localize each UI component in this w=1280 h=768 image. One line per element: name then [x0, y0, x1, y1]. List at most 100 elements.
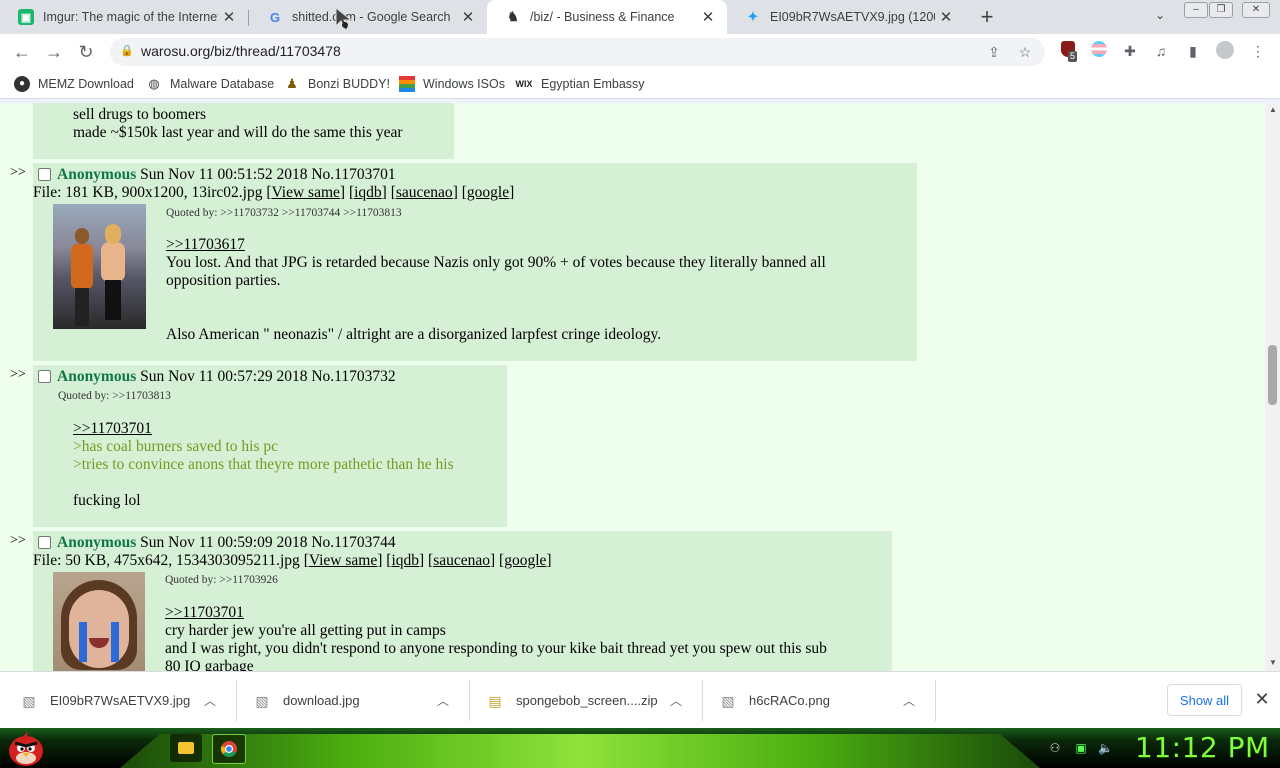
file-info: File: 181 KB, 900x1200, 13irc02.jpg [Vie… [33, 184, 515, 201]
url-text: warosu.org/biz/thread/11703478 [141, 43, 341, 59]
chevron-up-icon[interactable]: ︿ [433, 692, 453, 709]
quoted-by: Quoted by: >>11703926 [165, 574, 278, 586]
download-item[interactable]: ▤ spongebob_screen....zip ︿ [486, 672, 686, 729]
download-item[interactable]: ▧ EI09bR7WsAETVX9.jpg ︿ [20, 672, 220, 729]
post-body-line: Also American " neonazis" / altright are… [166, 326, 662, 343]
back-button[interactable]: ← [10, 40, 34, 64]
pride-extension-icon[interactable] [1089, 41, 1109, 61]
lock-icon[interactable]: 🔒 [120, 44, 134, 60]
close-tab-icon[interactable]: ✕ [697, 8, 719, 26]
windows-flag-icon [399, 76, 415, 92]
post-thumbnail-image[interactable] [53, 572, 145, 671]
bookmark-bonzi-buddy[interactable]: ♟ Bonzi BUDDY! [284, 76, 390, 92]
bookmark-windows-isos[interactable]: Windows ISOs [399, 76, 505, 92]
scrollbar-thumb[interactable] [1268, 345, 1277, 405]
start-button-angry-bird-icon[interactable] [6, 729, 46, 767]
taskbar-file-explorer[interactable] [170, 734, 202, 762]
share-icon[interactable]: ⇪ [985, 43, 1003, 61]
post-number[interactable]: No.11703744 [311, 534, 395, 551]
tab-google-search[interactable]: G shitted.com - Google Search ✕ [249, 0, 487, 34]
bookmark-malware-database[interactable]: ◍ Malware Database [146, 76, 274, 92]
post-number[interactable]: No.11703701 [311, 166, 395, 183]
bookmark-memz[interactable]: ● MEMZ Download [14, 76, 134, 92]
view-same-link[interactable]: View same [272, 184, 340, 201]
iqdb-link[interactable]: iqdb [391, 552, 419, 569]
post-checkbox[interactable] [38, 370, 51, 383]
close-downloads-icon[interactable]: ✕ [1252, 688, 1272, 710]
show-all-button[interactable]: Show all [1167, 684, 1242, 716]
tab-image[interactable]: ✦ EI09bR7WsAETVX9.jpg (1200×6… ✕ [727, 0, 965, 34]
reply-post: Anonymous Sun Nov 11 00:59:09 2018 No.11… [33, 531, 892, 671]
post-thumbnail-image[interactable] [53, 204, 146, 329]
reply-quote-link[interactable]: >>11703617 [166, 236, 245, 254]
post-body-line: made ~$150k last year and will do the sa… [73, 124, 403, 141]
download-item[interactable]: ▧ h6cRACo.png ︿ [719, 672, 919, 729]
bookmark-label: MEMZ Download [38, 77, 134, 91]
media-control-icon[interactable]: ♫ [1151, 41, 1171, 61]
tab-title: shitted.com - Google Search [292, 10, 451, 24]
github-icon: ● [14, 76, 30, 92]
chevron-up-icon[interactable]: ︿ [200, 692, 220, 709]
close-tab-icon[interactable]: ✕ [457, 8, 479, 26]
menu-kebab-icon[interactable]: ⋮ [1248, 41, 1268, 61]
tab-search-chevron-icon[interactable]: ⌄ [1151, 8, 1169, 26]
address-bar[interactable]: 🔒 warosu.org/biz/thread/11703478 ⇪ ☆ [110, 38, 1045, 66]
reply-post: Anonymous Sun Nov 11 00:57:29 2018 No.11… [33, 365, 507, 527]
post-header: Anonymous Sun Nov 11 00:57:29 2018 No.11… [57, 368, 396, 386]
download-item[interactable]: ▧ download.jpg ︿ [253, 672, 453, 729]
forward-button[interactable]: → [42, 40, 66, 64]
taskbar: ⚇ ▣ 🔈 11:12 PM [0, 728, 1280, 768]
reply-post: sell drugs to boomers made ~$150k last y… [33, 103, 454, 159]
extension-badge: 5 [1068, 51, 1078, 62]
close-tab-icon[interactable]: ✕ [935, 8, 957, 26]
reply-quote-link[interactable]: >>11703701 [165, 604, 244, 622]
taskbar-clock[interactable]: 11:12 PM [1135, 731, 1270, 764]
taskbar-chrome[interactable] [212, 734, 246, 764]
new-tab-button[interactable]: + [976, 4, 998, 30]
chevron-up-icon[interactable]: ︿ [666, 692, 686, 709]
extensions-puzzle-icon[interactable]: ✚ [1120, 41, 1140, 61]
file-info: File: 50 KB, 475x642, 1534303095211.jpg … [33, 552, 552, 569]
ublock-extension-icon[interactable]: 5 [1058, 41, 1078, 62]
tab-biz[interactable]: ♞ /biz/ - Business & Finance ✕ [487, 0, 727, 34]
file-info-text: File: 181 KB, 900x1200, 13irc02.jpg [33, 184, 263, 201]
download-separator [236, 680, 237, 721]
greentext-line: >has coal burners saved to his pc [73, 438, 279, 455]
reply-arrow: >> [10, 533, 26, 548]
close-window-button[interactable]: ✕ [1242, 2, 1270, 18]
reply-quote-link[interactable]: >>11703701 [73, 420, 152, 438]
iqdb-link[interactable]: iqdb [354, 184, 382, 201]
post-date: Sun Nov 11 00:51:52 2018 [140, 166, 308, 183]
chevron-up-icon[interactable]: ︿ [899, 692, 919, 709]
saucenao-link[interactable]: saucenao [433, 552, 490, 569]
taskbar-glow-band [120, 734, 1040, 768]
post-number[interactable]: No.11703732 [311, 368, 395, 385]
reply-arrow: >> [10, 367, 26, 382]
close-tab-icon[interactable]: ✕ [218, 8, 240, 26]
side-panel-icon[interactable]: ▮ [1183, 41, 1203, 61]
page-scrollbar[interactable]: ▲ ▼ [1265, 103, 1280, 671]
post-body-line: and I was right, you didn't respond to a… [165, 640, 827, 657]
poster-name: Anonymous [57, 166, 137, 183]
post-checkbox[interactable] [38, 536, 51, 549]
tray-volume-icon[interactable]: 🔈 [1098, 741, 1113, 755]
minimize-button[interactable]: – [1184, 2, 1208, 18]
scroll-down-arrow-icon[interactable]: ▼ [1269, 658, 1277, 667]
warosu-icon: ♞ [507, 9, 519, 24]
google-link[interactable]: google [467, 184, 509, 201]
tab-imgur[interactable]: ▣ Imgur: The magic of the Internet ✕ [0, 0, 248, 34]
tray-battery-icon[interactable]: ▣ [1074, 741, 1088, 755]
reload-button[interactable]: ↻ [74, 40, 98, 64]
imgur-icon: ▣ [18, 9, 34, 25]
view-same-link[interactable]: View same [309, 552, 377, 569]
tray-network-icon[interactable]: ⚇ [1048, 741, 1062, 755]
post-checkbox[interactable] [38, 168, 51, 181]
restore-button[interactable]: ❐ [1209, 2, 1233, 18]
saucenao-link[interactable]: saucenao [396, 184, 453, 201]
profile-avatar-icon[interactable] [1215, 41, 1235, 61]
image-file-icon: ▧ [721, 692, 735, 709]
bookmark-star-icon[interactable]: ☆ [1016, 43, 1034, 61]
google-link[interactable]: google [504, 552, 546, 569]
bookmark-egyptian-embassy[interactable]: WIX Egyptian Embassy [515, 76, 645, 92]
scroll-up-arrow-icon[interactable]: ▲ [1269, 105, 1277, 114]
